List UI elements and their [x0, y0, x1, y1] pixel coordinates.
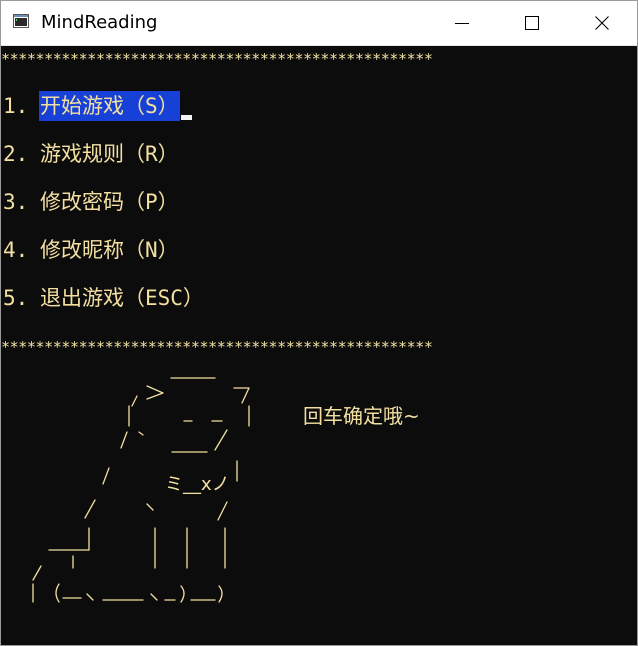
console-window: MindReading ****************************…	[0, 0, 638, 646]
menu-item-change-nickname[interactable]: 4. 修改昵称（N）	[3, 235, 180, 265]
minimize-icon	[455, 23, 469, 24]
menu-number: 3.	[3, 190, 29, 214]
maximize-icon	[525, 16, 539, 30]
separator-bottom: ****************************************…	[1, 338, 433, 356]
menu-number: 1.	[3, 94, 29, 118]
separator-top: ****************************************…	[1, 50, 433, 68]
menu-item-exit-game[interactable]: 5. 退出游戏（ESC）	[3, 283, 205, 313]
text-cursor	[180, 115, 192, 120]
console-output[interactable]: ****************************************…	[1, 46, 637, 645]
menu-label: 游戏规则（R）	[40, 142, 179, 166]
ascii-cat-art: ミ__xノ	[32, 377, 250, 603]
close-button[interactable]	[579, 1, 625, 45]
menu-item-change-password[interactable]: 3. 修改密码（P）	[3, 187, 180, 217]
menu-number: 5.	[3, 286, 29, 310]
console-app-icon	[13, 14, 29, 28]
minimize-button[interactable]	[439, 1, 485, 45]
menu-item-game-rules[interactable]: 2. 游戏规则（R）	[3, 139, 180, 169]
window-title: MindReading	[41, 12, 158, 33]
ascii-cat-face-text: ミ__xノ	[165, 474, 230, 495]
maximize-button[interactable]	[509, 1, 555, 45]
menu-number: 4.	[3, 238, 29, 262]
menu-label: 修改昵称（N）	[40, 238, 179, 262]
menu-label: 修改密码（P）	[40, 190, 179, 214]
menu-label: 退出游戏（ESC）	[40, 286, 204, 310]
menu-item-start-game[interactable]: 1. 开始游戏（S）	[3, 91, 192, 121]
hint-text: 回车确定哦~	[303, 404, 420, 428]
menu-label: 开始游戏（S）	[39, 91, 180, 121]
menu-number: 2.	[3, 142, 29, 166]
title-bar[interactable]: MindReading	[1, 1, 637, 46]
close-icon	[595, 16, 609, 30]
